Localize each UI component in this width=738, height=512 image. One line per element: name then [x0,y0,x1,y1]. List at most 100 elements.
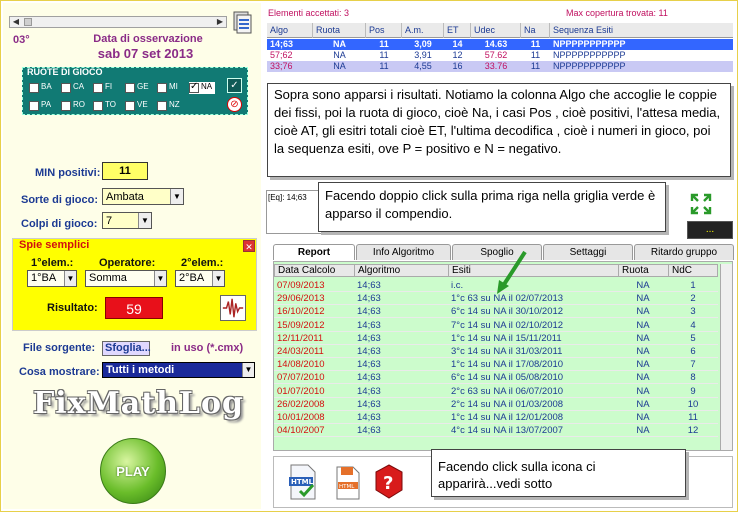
vertical-scrollbar[interactable] [720,264,732,450]
ruota-checkbox-ca[interactable]: CA [61,82,89,94]
table-row[interactable]: 33;76 NA 11 4,55 16 33.76 11 NPPPPPPPPPP… [267,61,733,72]
tab-info-algoritmo[interactable]: Info Algoritmo [356,244,451,260]
tab-settaggi[interactable]: Settaggi [543,244,633,260]
ruota-checkbox-ve[interactable]: VE [125,100,153,112]
grid-cell: 14;63 [357,306,381,318]
grid-cell: NA [636,306,650,318]
play-button[interactable]: PLAY [100,438,166,504]
grid-cell: 14;63 [357,425,381,437]
grid-cell: 15/09/2012 [277,319,325,331]
ruota-checkbox-ro[interactable]: RO [61,100,89,112]
col-ndc[interactable]: NdC [669,265,719,277]
grid-cell: 12/11/2011 [277,332,324,344]
grid-cell: NA [636,319,650,331]
grid-cell: 04/10/2007 [277,425,325,437]
equation-text: [Eq]: 14;63 [268,193,307,202]
table-row[interactable]: 14;63 NA 11 3,09 14 14.63 11 NPPPPPPPPPP… [267,39,733,50]
grid-cell: 7°c 14 su NA il 02/10/2012 [451,319,564,331]
scroll-left-icon[interactable]: ◀ [10,17,22,27]
grid-cell: NA [636,359,650,371]
grid-row[interactable]: 14/08/2010 14;63 1°c 14 su NA il 17/08/201… [274,358,718,372]
risultato-label: Risultato: [47,302,98,314]
elem2-select[interactable]: 2°BA ▼ [175,270,225,287]
explanation-bubble: Sopra sono apparsi i risultati. Notiamo … [267,83,731,177]
chevron-down-icon[interactable]: ▼ [170,189,183,204]
grid-row[interactable]: 04/10/2007 14;63 4°c 14 su NA il 13/07/200… [274,424,718,438]
col-sequenza[interactable]: Sequenza Esiti [550,23,733,38]
scroll-thumb[interactable] [24,18,32,26]
layers-icon[interactable] [232,11,254,35]
grid-cell: 14;63 [357,372,381,384]
horizontal-scrollbar[interactable]: ◀ ▶ [9,16,227,28]
ruote-title: RUOTE DI GIOCO [27,67,103,77]
ruota-checkbox-fi[interactable]: FI [93,82,121,94]
ruota-checkbox-nz[interactable]: NZ [157,100,185,112]
ruota-checkbox-mi[interactable]: MI [157,82,185,94]
chevron-down-icon[interactable]: ▼ [154,271,166,286]
operatore-select[interactable]: Somma ▼ [85,270,167,287]
grid-cell: 14;63 [357,412,381,423]
grid-cell: 14;63 [357,280,381,291]
html-document-icon[interactable]: HTML [333,465,363,503]
col-esiti[interactable]: Esiti [449,265,619,277]
left-panel: ◀ ▶ 03° Data di osservazione sab 07 set … [3,3,261,509]
ruota-checkbox-pa[interactable]: PA [29,100,57,112]
tab-report[interactable]: Report [273,244,355,260]
grid-row[interactable]: 01/07/2010 14;63 2°c 63 su NA il 06/07/201… [274,385,718,398]
grid-cell: 5 [690,332,696,344]
grid-row[interactable]: 16/10/2012 14;63 6°c 14 su NA il 30/10/201… [274,305,718,319]
col-data-calcolo[interactable]: Data Calcolo [275,265,355,277]
tab-ritardo-gruppo[interactable]: Ritardo gruppo [634,244,734,260]
arrow-icon [497,250,527,294]
no-entry-icon[interactable]: ⊘ [227,97,242,112]
grid-cell: 2°c 14 su NA il 01/03/2008 [451,398,564,410]
grid-row[interactable]: 07/07/2010 14;63 6°c 14 su NA il 05/08/201… [274,371,718,385]
grid-cell: 01/07/2010 [277,385,325,397]
browse-button[interactable]: Sfoglia... [102,341,151,356]
sorte-select[interactable]: Ambata ▼ [102,188,184,205]
grid-row[interactable]: 15/09/2012 14;63 7°c 14 su NA il 02/10/201… [274,319,718,332]
grid-row[interactable]: 12/11/2011 14;63 1°c 14 su NA il 15/11/201… [274,332,718,345]
min-positivi-input[interactable]: 11 [102,162,148,180]
observation-label: Data di osservazione [93,33,203,45]
chevron-down-icon[interactable]: ▼ [212,271,224,286]
help-dice-icon[interactable]: ? [372,462,406,502]
col-udec[interactable]: Udec [471,23,521,38]
col-et[interactable]: ET [444,23,471,38]
html-file-icon[interactable]: HTML [288,463,318,501]
grid-cell: 2 [690,293,696,305]
table-row[interactable]: 57;62 NA 11 3,91 12 57.62 11 NPPPPPPPPPP… [267,50,733,61]
ruota-checkbox-ba[interactable]: BA [29,82,57,94]
accepted-count: Elementi accettati: 3 [268,8,350,18]
col-algo[interactable]: Algo [267,23,313,38]
grid-cell: 4°c 14 su NA il 13/07/2007 [451,425,564,437]
more-button[interactable]: ... [687,221,733,239]
chevron-down-icon[interactable]: ▼ [138,213,151,228]
cosa-mostrare-select[interactable]: Tutti i metodi ▼ [102,362,255,378]
close-icon[interactable]: ✕ [243,240,255,252]
scroll-right-icon[interactable]: ▶ [214,17,226,27]
expand-icon[interactable] [690,193,712,215]
chevron-down-icon[interactable]: ▼ [242,363,254,377]
col-na[interactable]: Na [521,23,550,38]
col-am[interactable]: A.m. [402,23,444,38]
elem1-select[interactable]: 1°BA ▼ [27,270,77,287]
max-coverage: Max copertura trovata: 11 [566,8,668,18]
grid-row[interactable]: 10/01/2008 14;63 1°c 14 su NA il 12/01/200… [274,411,718,424]
file-sorgente-label: File sorgente: [23,342,96,354]
colpi-select[interactable]: 7 ▼ [102,212,152,229]
chevron-down-icon[interactable]: ▼ [64,271,76,286]
ruota-checkbox-to[interactable]: TO [93,100,121,112]
col-ruota[interactable]: Ruota [619,265,669,277]
app-window: ◀ ▶ 03° Data di osservazione sab 07 set … [0,0,738,512]
col-algoritmo[interactable]: Algoritmo [355,265,449,277]
checkmark-icon[interactable]: ✓ [227,78,242,93]
col-ruota[interactable]: Ruota [313,23,366,38]
ruota-checkbox-ge[interactable]: GE [125,82,153,94]
grid-row[interactable]: 24/03/2011 14;63 3°c 14 su NA il 31/03/201… [274,345,718,358]
grid-cell: NA [636,425,650,437]
grid-row[interactable]: 26/02/2008 14;63 2°c 14 su NA il 01/03/200… [274,398,718,411]
waveform-icon[interactable] [220,295,246,321]
col-pos[interactable]: Pos [366,23,402,38]
ruota-checkbox-na[interactable]: NA [189,81,215,94]
